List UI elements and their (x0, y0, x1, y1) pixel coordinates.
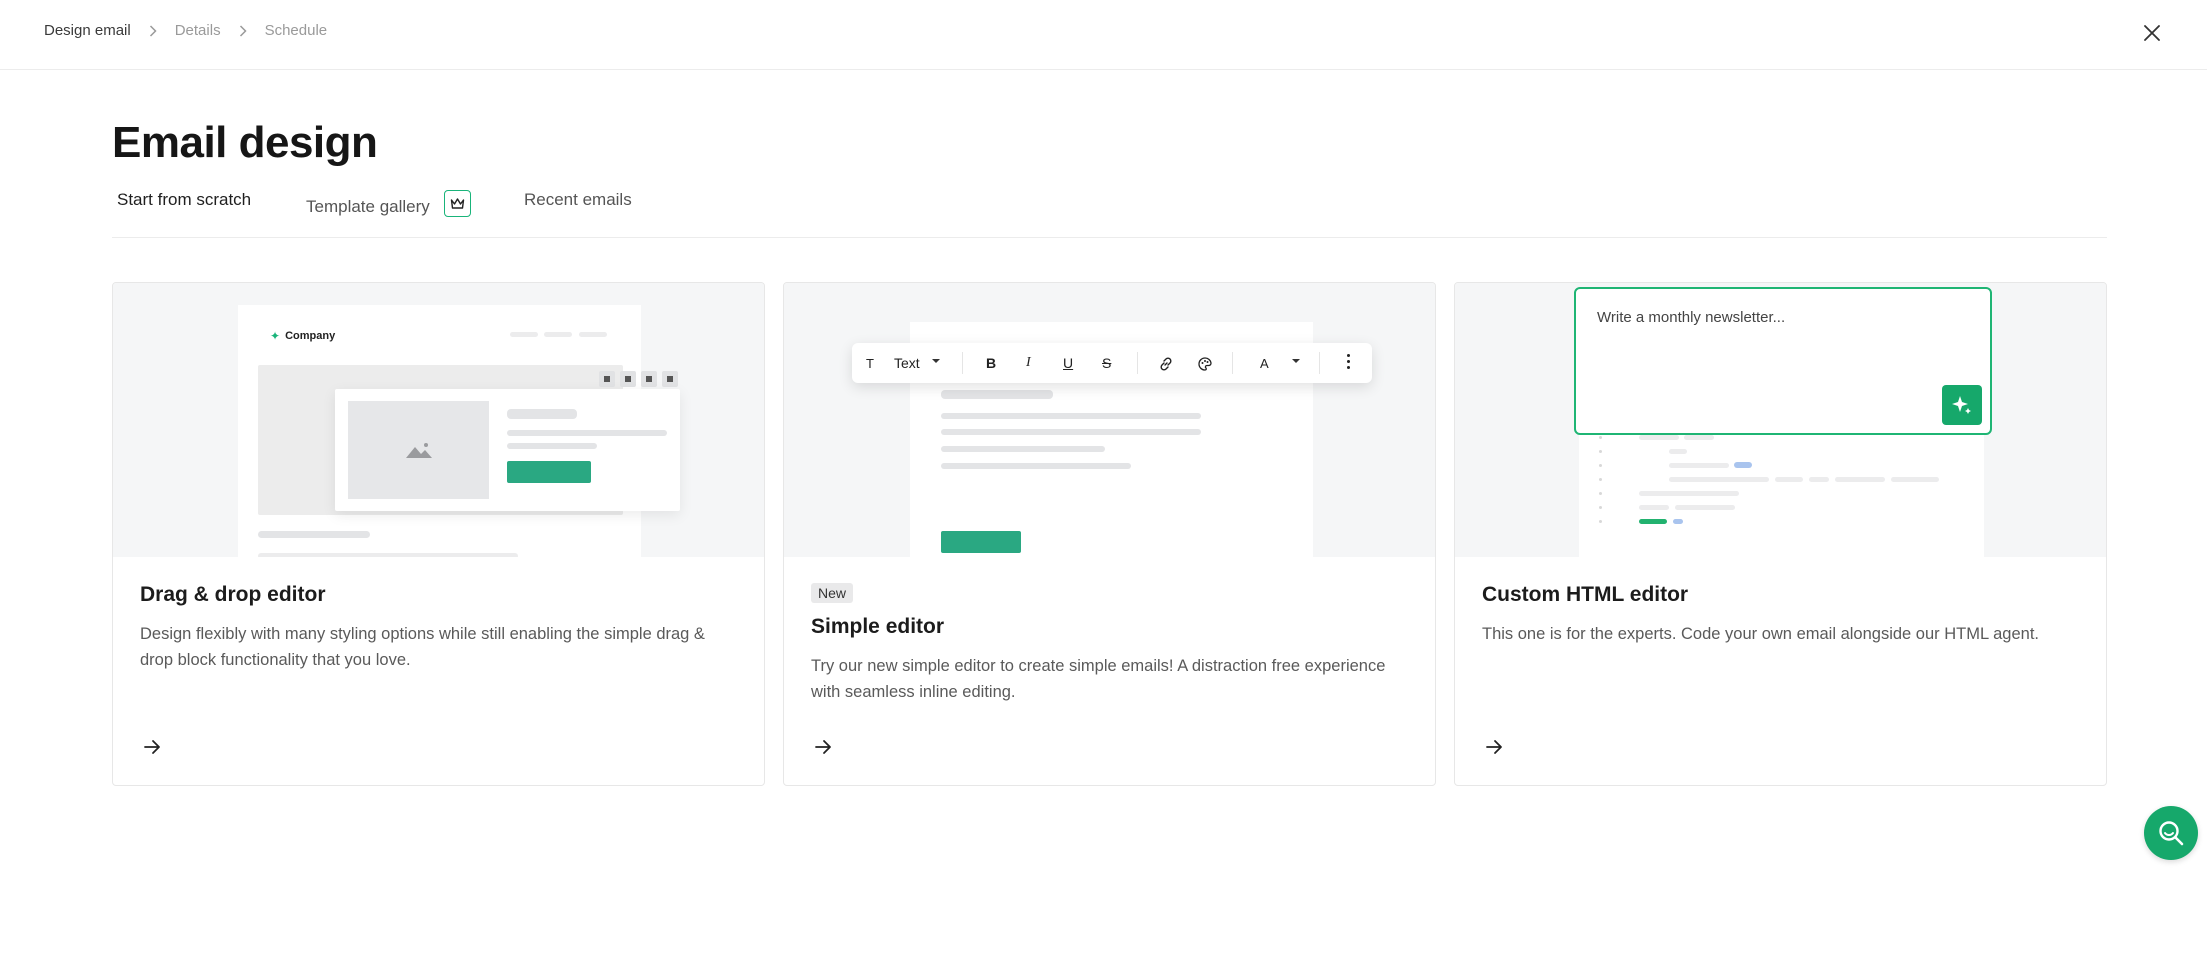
company-name: Company (285, 330, 336, 342)
card-title: Custom HTML editor (1482, 583, 1689, 606)
formatting-toolbar: T Text B I U S A (852, 343, 1372, 383)
close-icon (2144, 25, 2160, 41)
simple-editor-preview: T Text B I U S A (784, 283, 1435, 557)
link-icon (1160, 357, 1172, 371)
card-description: Try our new simple editor to create simp… (811, 657, 1386, 701)
card-simple-editor[interactable]: T Text B I U S A New Simple editor Try o… (783, 282, 1436, 786)
design-tabs: Start from scratch Template gallery Rece… (112, 186, 2107, 238)
close-button[interactable] (2137, 18, 2167, 48)
arrow-right-icon[interactable] (140, 735, 164, 759)
tab-label: Recent emails (524, 190, 632, 209)
prompt-placeholder: Write a monthly newsletter... (1597, 309, 1786, 326)
card-title: Simple editor (811, 615, 945, 638)
search-help-icon (2159, 821, 2184, 846)
tab-recent-emails[interactable]: Recent emails (524, 190, 632, 210)
company-logo-icon: ✦ (270, 329, 281, 343)
block-toolbar (599, 371, 678, 387)
bold-icon: B (986, 355, 997, 371)
new-badge: New (811, 583, 854, 603)
caret-down-icon (1292, 359, 1300, 363)
sparkle-icon (1952, 396, 1971, 414)
palette-icon (1198, 357, 1212, 371)
code-mockup (1579, 423, 1984, 557)
arrow-right-icon[interactable] (1482, 735, 1506, 759)
card-description: Design flexibly with many styling option… (140, 625, 705, 669)
card-drag-drop-editor[interactable]: ✦ Company Drag & drop editor Design flex… (112, 282, 765, 786)
text-type-icon: T (866, 355, 874, 371)
font-color-button: A (1260, 355, 1269, 371)
breadcrumb-schedule[interactable]: Schedule (265, 22, 328, 39)
dragged-block (335, 389, 680, 511)
crown-icon (443, 190, 471, 217)
chevron-right-icon (221, 24, 265, 37)
drag-drop-preview: ✦ Company (113, 283, 764, 557)
chevron-right-icon (131, 24, 175, 37)
top-bar: Design email Details Schedule (0, 0, 2207, 70)
tab-label: Template gallery (306, 196, 430, 216)
help-chat-button[interactable] (2144, 806, 2198, 860)
page-title: Email design (112, 118, 378, 167)
arrow-right-icon[interactable] (811, 735, 835, 759)
more-options-icon (1347, 354, 1350, 369)
ai-generate-button (1942, 385, 1982, 425)
breadcrumb-details[interactable]: Details (175, 22, 221, 39)
strikethrough-icon: S (1102, 355, 1112, 371)
card-custom-html-editor[interactable]: Write a monthly newsletter... Custom HTM… (1454, 282, 2107, 786)
text-style-select: Text (894, 355, 920, 371)
tab-start-from-scratch[interactable]: Start from scratch (117, 190, 251, 210)
card-title: Drag & drop editor (140, 583, 326, 606)
caret-down-icon (932, 359, 940, 363)
italic-icon: I (1026, 355, 1031, 370)
html-editor-preview: Write a monthly newsletter... (1455, 283, 2106, 557)
card-description: This one is for the experts. Code your o… (1482, 625, 2040, 643)
tab-template-gallery[interactable]: Template gallery (306, 190, 471, 217)
tab-label: Start from scratch (117, 190, 252, 209)
breadcrumb-design-email[interactable]: Design email (44, 22, 131, 39)
image-placeholder-icon (348, 401, 489, 499)
underline-icon: U (1063, 355, 1074, 371)
breadcrumb: Design email Details Schedule (44, 22, 327, 39)
ai-prompt-input: Write a monthly newsletter... (1574, 287, 1992, 435)
